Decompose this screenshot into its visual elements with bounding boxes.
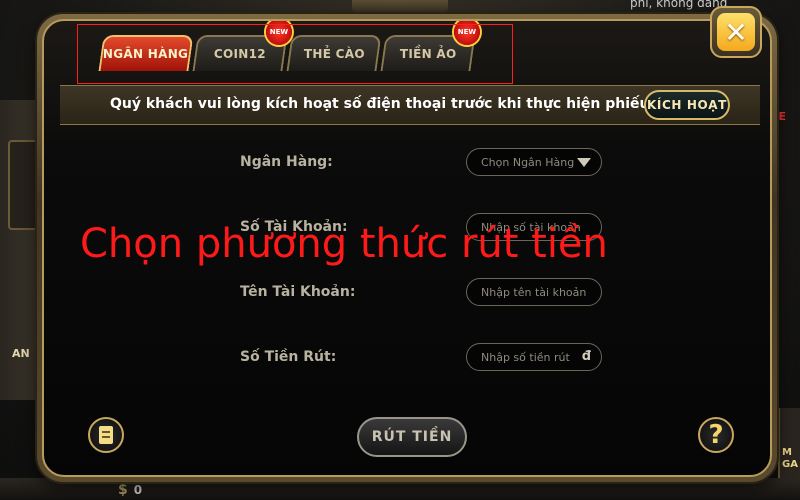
lobby-right-bottom-line-2: GA	[782, 459, 798, 470]
lobby-coin-balance: $0	[118, 482, 142, 498]
activate-button[interactable]: KÍCH HOẠT	[644, 90, 730, 120]
account-name-placeholder: Nhập tên tài khoản	[481, 285, 587, 299]
help-button[interactable]: ?	[698, 417, 734, 453]
account-name-label: Tên Tài Khoản:	[240, 284, 356, 300]
help-icon: ?	[708, 420, 724, 450]
lobby-right-bottom-line-1: M	[782, 447, 792, 458]
lobby-left-card	[8, 140, 38, 230]
bank-label: Ngân Hàng:	[240, 154, 333, 170]
lobby-right-bottom-text: M GA	[782, 447, 798, 471]
coin-value: 0	[133, 483, 143, 497]
document-icon	[99, 426, 113, 444]
amount-input[interactable]: Nhập số tiền rút đ	[466, 343, 602, 371]
withdraw-modal: NGÂN HÀNG COIN12 NEW THẺ CÀO TIỀN ẢO NEW…	[37, 14, 777, 482]
annotation-highlight-box	[77, 24, 513, 84]
chevron-down-icon	[577, 158, 591, 167]
close-icon: ✕	[717, 13, 755, 51]
coin-icon: $	[118, 482, 128, 498]
notice-text: Quý khách vui lòng kích hoạt số điện tho…	[110, 96, 678, 112]
withdraw-button[interactable]: RÚT TIỀN	[357, 417, 467, 457]
account-name-input[interactable]: Nhập tên tài khoản	[466, 278, 602, 306]
annotation-caption: Chọn phương thức rút tiền	[80, 221, 608, 267]
lobby-logo	[352, 0, 448, 12]
lobby-left-text: AN	[12, 347, 30, 360]
bank-select[interactable]: Chọn Ngân Hàng	[466, 148, 602, 176]
close-button[interactable]: ✕	[710, 6, 762, 58]
dong-currency-icon: đ	[581, 349, 591, 364]
bank-select-value: Chọn Ngân Hàng	[481, 155, 575, 169]
history-button[interactable]	[88, 417, 124, 453]
withdraw-modal-body: NGÂN HÀNG COIN12 NEW THẺ CÀO TIỀN ẢO NEW…	[42, 19, 772, 477]
notice-bar: Quý khách vui lòng kích hoạt số điện tho…	[60, 85, 760, 125]
amount-placeholder: Nhập số tiền rút	[481, 350, 570, 364]
amount-label: Số Tiền Rút:	[240, 349, 337, 365]
